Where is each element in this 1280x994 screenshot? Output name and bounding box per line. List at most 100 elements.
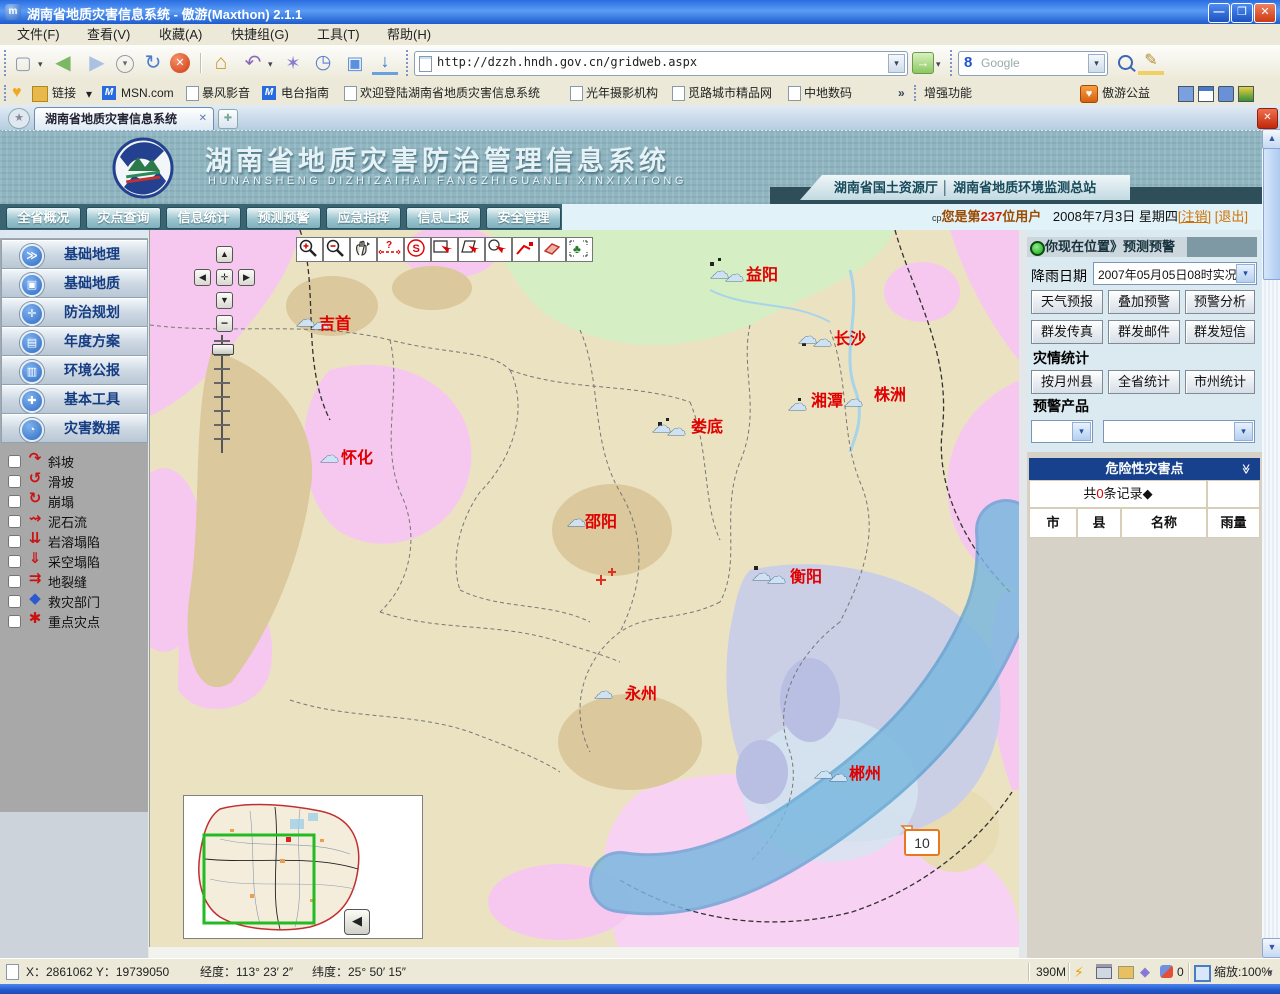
window-panel-icon[interactable]: ▣ — [342, 50, 368, 76]
province-stats-button[interactable]: 全省统计 — [1108, 370, 1180, 394]
layer-checkbox-debris-flow[interactable] — [8, 515, 21, 528]
plugin-icon[interactable] — [1218, 86, 1234, 102]
nav-point-query[interactable]: 灾点查询 — [86, 207, 161, 229]
links-dropdown-icon[interactable]: ▾ — [86, 82, 92, 106]
select-arrow-icon[interactable]: ▾ — [1236, 264, 1255, 283]
boost-icon[interactable]: ⚡ — [1074, 959, 1084, 985]
search-placeholder[interactable]: Google — [981, 56, 1020, 70]
map-canvas[interactable]: ☁ ☁ ☁ ☁ ☁ ☁ ☁ ☁ ☁ ☁ ☁ ☁ ☁ ☁ ☁ ☁ ☁ 吉首 — [149, 230, 1020, 947]
filter-counter-icon[interactable] — [1160, 965, 1173, 978]
menu-favorites[interactable]: 收藏(A) — [150, 24, 211, 45]
tab-star-icon[interactable]: ★ — [8, 108, 30, 129]
status-zoom[interactable]: 缩放:100% — [1214, 959, 1272, 985]
layer-checkbox-karst[interactable] — [8, 535, 21, 548]
undo-icon[interactable]: ↶ — [240, 50, 266, 76]
city-stats-button[interactable]: 市州统计 — [1185, 370, 1255, 394]
warning-analysis-button[interactable]: 预警分析 — [1185, 290, 1255, 314]
new-page-dropdown-icon[interactable]: ▾ — [38, 59, 43, 70]
maxthon-charity-icon[interactable]: ♥ — [1080, 85, 1098, 103]
folder-icon[interactable] — [1118, 966, 1134, 979]
map-select-circle-button[interactable] — [485, 237, 512, 262]
bookmarks-overflow-icon[interactable]: » — [898, 81, 905, 105]
layer-checkbox-collapse[interactable] — [8, 495, 21, 508]
printer-icon[interactable] — [1096, 967, 1112, 979]
flag-marker[interactable]: 10 — [902, 826, 939, 855]
pan-center-icon[interactable]: ✛ — [216, 269, 233, 286]
go-dropdown-icon[interactable]: ▾ — [936, 59, 941, 70]
nav-info-report[interactable]: 信息上报 — [406, 207, 481, 229]
addressbar-grip[interactable] — [406, 50, 408, 75]
layer-checkbox-mining[interactable] — [8, 555, 21, 568]
bookmark-baofeng[interactable]: 暴风影音 — [202, 81, 250, 105]
refresh-icon[interactable]: ↻ — [140, 50, 166, 76]
pan-left-icon[interactable]: ◀ — [194, 269, 211, 286]
exit-link[interactable]: [退出] — [1215, 209, 1262, 224]
searchbar-grip[interactable] — [950, 50, 952, 75]
banner-links[interactable]: 湖南省国土资源厅 │ 湖南省地质环境监测总站 — [800, 175, 1130, 200]
bookmark-hunan-geo[interactable]: 欢迎登陆湖南省地质灾害信息系统 — [360, 81, 540, 105]
nav-info-stats[interactable]: 信息统计 — [166, 207, 241, 229]
zoom-slider-thumb[interactable] — [212, 344, 234, 355]
layer-checkbox-keypoints[interactable] — [8, 615, 21, 628]
undo-dropdown-icon[interactable]: ▾ — [268, 59, 273, 70]
plugin-icon[interactable] — [1238, 86, 1254, 102]
forward-icon[interactable]: ▶ — [84, 50, 110, 76]
overview-minimap[interactable]: ◀ — [183, 795, 423, 939]
map-eraser-button[interactable] — [539, 237, 566, 262]
magic-wand-icon[interactable]: ✶ — [280, 50, 306, 76]
plugin-icon[interactable] — [1198, 86, 1214, 102]
menu-help[interactable]: 帮助(H) — [378, 24, 440, 45]
search-icon[interactable] — [1118, 55, 1133, 70]
bulk-sms-button[interactable]: 群发短信 — [1185, 320, 1255, 344]
go-button[interactable]: → — [912, 52, 934, 74]
pan-right-icon[interactable]: ▶ — [238, 269, 255, 286]
address-url[interactable]: http://dzzh.hndh.gov.cn/gridweb.aspx — [437, 55, 697, 69]
stop-icon[interactable]: ✕ — [170, 53, 190, 73]
map-measure-button[interactable]: ? — [377, 237, 404, 262]
bulk-fax-button[interactable]: 群发传真 — [1031, 320, 1103, 344]
tab-active[interactable]: 湖南省地质灾害信息系统 ✕ — [34, 107, 214, 130]
map-full-extent-button[interactable]: ♣ — [566, 237, 593, 262]
sidebar-btn-base-geology[interactable]: ▣基础地质 — [1, 268, 148, 298]
logout-link[interactable]: [注销] — [1178, 209, 1211, 224]
collapse-chevrons-icon[interactable]: ≫ — [1234, 464, 1256, 474]
map-select-rect-button[interactable] — [431, 237, 458, 262]
back-icon[interactable]: ◀ — [50, 50, 76, 76]
map-scale-button[interactable]: S — [404, 237, 431, 262]
map-draw-line-button[interactable] — [512, 237, 539, 262]
map-select-polygon-button[interactable] — [458, 237, 485, 262]
rain-date-select[interactable]: 2007年05月05日08时实况 ▾ — [1093, 262, 1257, 285]
vertical-scrollbar[interactable]: ▲ ▼ — [1262, 129, 1280, 958]
scroll-down-icon[interactable]: ▼ — [1262, 938, 1280, 958]
nav-security[interactable]: 安全管理 — [486, 207, 561, 229]
scrollbar-thumb[interactable] — [1263, 148, 1280, 280]
bookmark-zhongdi[interactable]: 中地数码 — [804, 81, 852, 105]
new-page-icon[interactable]: ▢ — [10, 50, 36, 76]
zoom-dropdown-icon[interactable]: ▾ — [1268, 959, 1273, 985]
overlay-warning-button[interactable]: 叠加预警 — [1108, 290, 1180, 314]
minimize-button[interactable]: — — [1208, 3, 1230, 23]
scroll-up-icon[interactable]: ▲ — [1262, 129, 1280, 149]
product-select-small[interactable]: ▾ — [1031, 420, 1093, 443]
nav-overview[interactable]: 全省概况 — [6, 207, 81, 229]
bookmark-milu[interactable]: 觅路城市精品网 — [688, 81, 772, 105]
toolbar-grip[interactable] — [4, 50, 6, 75]
resize-icon[interactable] — [1194, 965, 1211, 982]
sidebar-btn-prevention-plan[interactable]: ✛防治规划 — [1, 297, 148, 327]
bookmark-radio-guide[interactable]: 电台指南 — [281, 81, 329, 105]
danger-points-header[interactable]: 危险性灾害点 ≫ — [1029, 458, 1260, 480]
bookmark-guangnian[interactable]: 光年摄影机构 — [586, 81, 658, 105]
zoom-minus-icon[interactable]: − — [216, 315, 233, 332]
search-box[interactable]: 8 Google ▾ — [958, 51, 1108, 76]
diamond-icon[interactable]: ◆ — [1140, 959, 1150, 985]
menu-file[interactable]: 文件(F) — [8, 24, 69, 45]
address-bar[interactable]: http://dzzh.hndh.gov.cn/gridweb.aspx ▾ — [414, 51, 908, 76]
sidebar-btn-env-bulletin[interactable]: ▥环境公报 — [1, 355, 148, 385]
address-dropdown-icon[interactable]: ▾ — [888, 54, 905, 73]
bulk-email-button[interactable]: 群发邮件 — [1108, 320, 1180, 344]
map-pan-button[interactable] — [350, 237, 377, 262]
sidebar-btn-disaster-data[interactable]: ◔灾害数据 — [1, 413, 148, 443]
map-zoom-in-button[interactable] — [296, 237, 323, 262]
plugin-icon[interactable] — [1178, 86, 1194, 102]
highlighter-icon[interactable]: ✎ — [1138, 53, 1164, 75]
